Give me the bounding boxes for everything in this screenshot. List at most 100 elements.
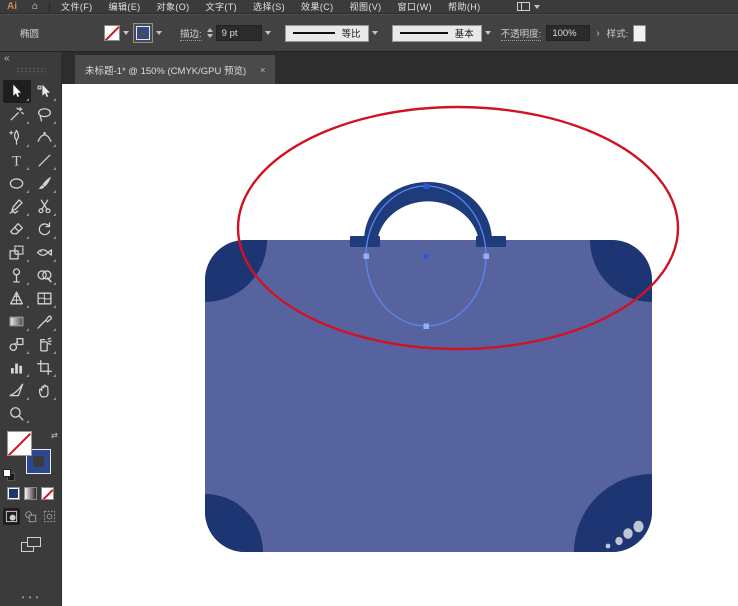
tool-hand[interactable] (31, 379, 59, 402)
tool-rotate[interactable] (31, 218, 59, 241)
chevron-down-icon[interactable] (123, 31, 129, 35)
tool-zoom[interactable] (3, 402, 31, 425)
draw-behind-button[interactable] (22, 508, 39, 525)
menu-item-7[interactable]: 窗口(W) (390, 0, 441, 13)
stroke-weight-stepper[interactable] (206, 28, 213, 38)
stroke-weight-input[interactable]: 9 pt (215, 25, 262, 41)
center-point[interactable] (424, 254, 429, 259)
collapse-panel-button[interactable]: « (4, 53, 10, 64)
opacity-label[interactable]: 不透明度: (500, 26, 542, 41)
swap-fill-stroke-icon[interactable]: ⇄ (51, 431, 58, 440)
tool-ellipse[interactable] (3, 172, 31, 195)
drawing-mode-buttons (0, 508, 61, 525)
tool-width[interactable] (31, 241, 59, 264)
workspace-switcher[interactable] (516, 2, 540, 11)
suitcase-body[interactable] (205, 240, 652, 552)
chevron-down-icon[interactable] (484, 31, 491, 35)
document-tab-title: 未标题-1* @ 150% (CMYK/GPU 预览) (85, 65, 247, 77)
anchor-point-right[interactable] (483, 253, 490, 260)
tool-pen[interactable] (3, 126, 31, 149)
tool-gradient[interactable] (3, 310, 31, 333)
tool-type[interactable]: T (3, 149, 31, 172)
tool-curvature[interactable] (31, 126, 59, 149)
tool-symbol-sprayer[interactable] (31, 333, 59, 356)
tool-eraser[interactable] (3, 218, 31, 241)
tool-paintbrush[interactable] (31, 172, 59, 195)
menu-item-1[interactable]: 编辑(E) (101, 0, 149, 13)
corner-protector-top-left[interactable] (143, 178, 267, 302)
menu-item-3[interactable]: 文字(T) (198, 0, 246, 13)
stroke-ring-icon (136, 26, 150, 40)
tool-mesh[interactable] (31, 287, 59, 310)
app-logo[interactable]: Ai (0, 0, 24, 14)
document-tab-bar: 未标题-1* @ 150% (CMYK/GPU 预览) × (62, 52, 738, 84)
brush-definition-dropdown[interactable]: 基本 (391, 24, 482, 42)
color-button[interactable] (7, 487, 20, 500)
fill-stroke-widget: ⇄ (0, 429, 61, 485)
menu-item-2[interactable]: 对象(O) (149, 0, 198, 13)
tool-selection[interactable] (3, 80, 31, 103)
tool-slice[interactable] (3, 379, 31, 402)
menu-item-0[interactable]: 文件(F) (53, 0, 101, 13)
chevron-down-icon[interactable] (156, 31, 162, 35)
canvas[interactable] (62, 84, 738, 606)
tools-panel-header: « (0, 52, 61, 80)
tool-shaper[interactable] (3, 195, 31, 218)
chevron-down-icon[interactable] (371, 31, 378, 35)
opacity-input[interactable]: 100% (546, 25, 591, 41)
screen-mode-button[interactable] (0, 537, 61, 552)
step-up-icon[interactable] (206, 28, 213, 32)
tool-column-graph[interactable] (3, 356, 31, 379)
home-icon[interactable]: ⌂ (24, 0, 46, 13)
tools-panel: « T ⇄ • • • (0, 52, 62, 606)
menu-item-4[interactable]: 选择(S) (245, 0, 293, 13)
stroke-color-swatch[interactable] (133, 23, 153, 43)
graphic-style-swatch[interactable] (633, 24, 647, 42)
chevron-down-icon[interactable] (264, 31, 271, 35)
tool-blend[interactable] (3, 333, 31, 356)
fill-color-swatch[interactable] (104, 25, 120, 41)
corner-protector-bottom-left[interactable] (147, 494, 263, 606)
workspace-layout-icon (516, 2, 530, 11)
brush-label: 基本 (454, 29, 474, 40)
gradient-button[interactable] (24, 487, 37, 500)
draw-normal-button[interactable] (3, 508, 20, 525)
close-icon[interactable]: × (260, 65, 265, 75)
panel-grip-handle[interactable] (15, 67, 46, 74)
workspace: « T ⇄ • • • 未标题-1* @ 150% (CMYK/GPU 预览) … (0, 52, 738, 606)
tool-line-segment[interactable] (31, 149, 59, 172)
menu-item-8[interactable]: 帮助(H) (440, 0, 489, 13)
tool-eyedropper[interactable] (31, 310, 59, 333)
paint-style-buttons (0, 487, 61, 500)
tool-lasso[interactable] (31, 103, 59, 126)
width-profile-dropdown[interactable]: 等比 (284, 24, 369, 42)
anchor-point-top[interactable] (423, 183, 430, 190)
tools-grid: T (0, 80, 61, 425)
document-tab[interactable]: 未标题-1* @ 150% (CMYK/GPU 预览) × (75, 55, 276, 84)
menu-item-5[interactable]: 效果(C) (293, 0, 342, 13)
stroke-weight-label[interactable]: 描边: (180, 26, 202, 41)
edit-toolbar-button[interactable]: • • • (0, 593, 61, 606)
anchor-point-left[interactable] (363, 253, 370, 260)
default-fill-stroke-icon[interactable] (3, 469, 15, 481)
suitcase-handle[interactable] (350, 182, 506, 247)
chevron-down-icon (533, 4, 540, 9)
tool-artboard[interactable] (31, 356, 59, 379)
fill-swatch-none[interactable] (7, 431, 32, 456)
draw-inside-button[interactable] (41, 508, 58, 525)
tool-perspective-grid[interactable] (3, 287, 31, 310)
illustrator-window: Ai ⌂ 文件(F) 编辑(E) 对象(O) 文字(T) 选择(S) 效果(C) 视图(V)… (0, 0, 738, 606)
tool-direct-selection[interactable] (31, 80, 59, 103)
menu-item-6[interactable]: 视图(V) (342, 0, 390, 13)
step-down-icon[interactable] (206, 34, 213, 38)
tool-shape-builder[interactable] (31, 264, 59, 287)
artwork-svg (143, 105, 680, 606)
anchor-point-bottom[interactable] (423, 323, 430, 330)
tool-puppet-warp[interactable] (3, 264, 31, 287)
divider (49, 1, 51, 12)
none-button[interactable] (41, 487, 54, 500)
tool-magic-wand[interactable] (3, 103, 31, 126)
opacity-panel-arrow[interactable]: › (596, 28, 599, 39)
tool-scissors[interactable] (31, 195, 59, 218)
tool-scale[interactable] (3, 241, 31, 264)
